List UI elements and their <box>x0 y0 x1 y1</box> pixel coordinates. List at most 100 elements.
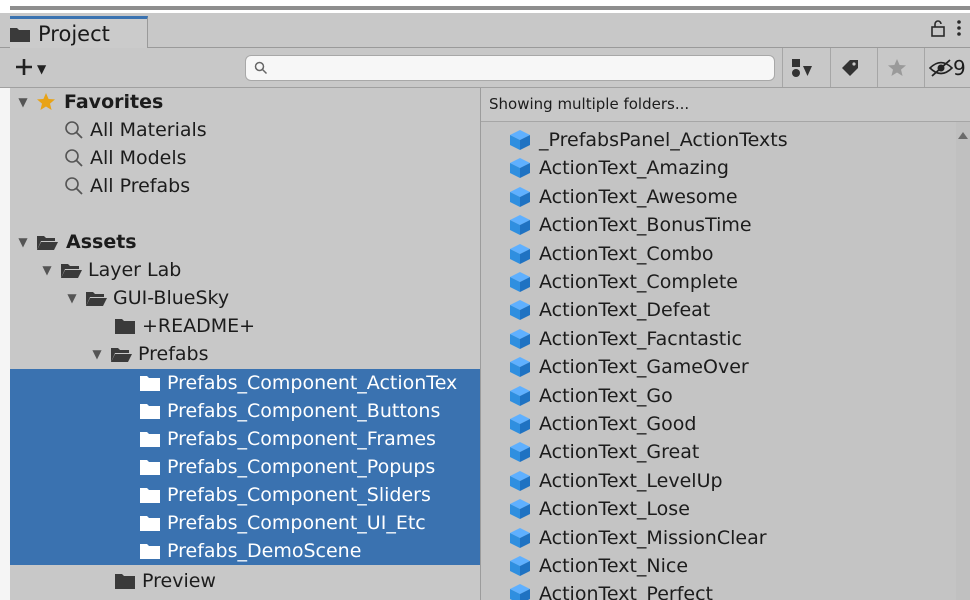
tree-item-gui-bluesky[interactable]: ▼ GUI-BlueSky <box>10 284 480 312</box>
asset-label: ActionText_Combo <box>539 242 714 265</box>
asset-list-item[interactable]: ActionText_Complete <box>481 268 961 296</box>
prefab-cube-icon <box>510 272 530 292</box>
prefab-cube-icon <box>510 215 530 236</box>
folder-icon <box>140 404 160 419</box>
folder-open-icon <box>37 236 58 250</box>
prefab-cube-icon <box>510 442 530 463</box>
tree-item-label: Preview <box>142 570 216 592</box>
window-top-strip <box>0 0 970 13</box>
tree-item-assets[interactable]: ▼ Assets <box>10 228 480 256</box>
asset-list-item[interactable]: ActionText_Perfect <box>481 580 961 600</box>
tree-item-label: +README+ <box>142 315 256 337</box>
search-by-type-button[interactable] <box>782 48 821 87</box>
tree-item-prefab-folder[interactable]: Prefabs_Component_Frames <box>10 425 480 453</box>
asset-list-item[interactable]: ActionText_MissionClear <box>481 524 961 552</box>
asset-list-item[interactable]: ActionText_Defeat <box>481 296 961 324</box>
create-button[interactable]: ▼ <box>14 54 46 80</box>
asset-list-item[interactable]: ActionText_Combo <box>481 240 961 268</box>
tree-item-preview[interactable]: Preview <box>10 567 480 595</box>
tree-item-prefab-folder[interactable]: Prefabs_Component_ActionTex <box>10 369 480 397</box>
tree-item-prefab-folder[interactable]: Prefabs_Component_Sliders <box>10 481 480 509</box>
prefab-cube-icon <box>510 186 530 207</box>
star-icon <box>888 58 906 76</box>
asset-list-item[interactable]: ActionText_Nice <box>481 552 961 580</box>
toolbar: ▼ 9 <box>0 48 970 88</box>
tree-item-prefabs[interactable]: ▼ Prefabs <box>10 340 480 368</box>
tree-item-readme[interactable]: +README+ <box>10 312 480 340</box>
tab-label: Project <box>38 21 110 46</box>
tree-item-favorites[interactable]: ▼ Favorites <box>10 88 480 116</box>
asset-label: ActionText_Great <box>539 441 700 464</box>
tree-item-all-models[interactable]: All Models <box>10 144 480 172</box>
folder-icon <box>115 574 135 589</box>
asset-label: ActionText_Amazing <box>539 157 729 180</box>
search-icon <box>65 121 83 139</box>
expand-arrow-icon[interactable]: ▼ <box>65 291 79 305</box>
prefab-cube-icon <box>510 385 530 406</box>
asset-list-item[interactable]: ActionText_Go <box>481 382 961 410</box>
expand-arrow-icon[interactable]: ▼ <box>90 347 104 361</box>
favorites-filter-button[interactable] <box>877 48 916 87</box>
tree-item-prefab-folder[interactable]: Prefabs_Component_Popups <box>10 453 480 481</box>
asset-list-item[interactable]: ActionText_Awesome <box>481 183 961 211</box>
hidden-packages-toggle[interactable]: 9 <box>924 48 966 87</box>
tree-item-label: Prefabs_Component_UI_Etc <box>167 512 426 534</box>
asset-list-item[interactable]: ActionText_Great <box>481 438 961 466</box>
tree-item-prefab-folder[interactable]: Prefabs_DemoScene <box>10 537 480 565</box>
vertical-scrollbar[interactable] <box>956 122 970 600</box>
expand-arrow-icon[interactable]: ▼ <box>40 263 54 277</box>
asset-list-item[interactable]: ActionText_LevelUp <box>481 467 961 495</box>
lock-icon[interactable] <box>930 19 946 37</box>
tree-item-prefab-folder[interactable]: Prefabs_Component_UI_Etc <box>10 509 480 537</box>
chevron-down-icon: ▼ <box>37 62 47 76</box>
tree-item-all-prefabs[interactable]: All Prefabs <box>10 172 480 200</box>
folder-open-icon <box>111 348 132 362</box>
tree-item-label: Prefabs_Component_ActionTex <box>167 372 458 394</box>
asset-label: ActionText_Lose <box>539 498 690 521</box>
scroll-up-arrow-icon[interactable] <box>958 132 968 139</box>
asset-list-item[interactable]: ActionText_Facntastic <box>481 325 961 353</box>
asset-label: ActionText_Awesome <box>539 185 738 208</box>
folder-tree: ▼ Favorites All Materials All Models All… <box>10 88 481 600</box>
tree-item-all-materials[interactable]: All Materials <box>10 116 480 144</box>
search-icon <box>254 61 268 75</box>
asset-label: ActionText_BonusTime <box>539 214 752 237</box>
prefab-cube-icon <box>510 130 530 150</box>
more-options-icon[interactable] <box>956 19 962 37</box>
star-icon <box>37 93 55 110</box>
search-icon <box>65 177 83 195</box>
tree-item-label: GUI-BlueSky <box>113 287 230 309</box>
prefab-cube-icon <box>510 556 530 576</box>
asset-list-item[interactable]: ActionText_Lose <box>481 495 961 523</box>
folder-open-icon <box>61 264 82 278</box>
search-by-label-button[interactable] <box>830 48 869 87</box>
prefab-cube-icon <box>510 499 530 520</box>
asset-list-item[interactable]: ActionText_GameOver <box>481 353 961 381</box>
folder-icon <box>140 544 160 559</box>
asset-list-item[interactable]: _PrefabsPanel_ActionTexts <box>481 126 961 154</box>
tab-bar: Project <box>0 13 970 48</box>
asset-list-item[interactable]: ActionText_Amazing <box>481 154 961 182</box>
tab-actions <box>930 19 962 37</box>
tree-item-prefab-folder[interactable]: Prefabs_Component_Buttons <box>10 397 480 425</box>
asset-list-item[interactable]: ActionText_BonusTime <box>481 211 961 239</box>
expand-arrow-icon[interactable]: ▼ <box>16 95 30 109</box>
shapes-icon <box>792 58 812 77</box>
search-input[interactable] <box>276 58 770 80</box>
prefab-cube-icon <box>510 357 530 378</box>
tree-item-label: All Models <box>90 147 187 169</box>
expand-arrow-icon[interactable]: ▼ <box>16 235 30 249</box>
asset-list-pane: Showing multiple folders... _PrefabsPane… <box>481 88 970 600</box>
tab-project[interactable]: Project <box>10 16 148 48</box>
prefab-cube-icon <box>510 584 530 600</box>
tree-item-label: Prefabs_DemoScene <box>167 540 362 562</box>
search-field[interactable] <box>245 55 775 81</box>
asset-list-item[interactable]: ActionText_Good <box>481 410 961 438</box>
top-divider <box>10 6 970 10</box>
tree-item-label: Favorites <box>64 91 164 113</box>
prefab-cube-icon <box>510 300 530 321</box>
folder-icon <box>140 516 160 531</box>
prefab-cube-icon <box>510 527 530 548</box>
tree-item-layer-lab[interactable]: ▼ Layer Lab <box>10 256 480 284</box>
tree-item-label: Prefabs_Component_Frames <box>167 428 436 450</box>
